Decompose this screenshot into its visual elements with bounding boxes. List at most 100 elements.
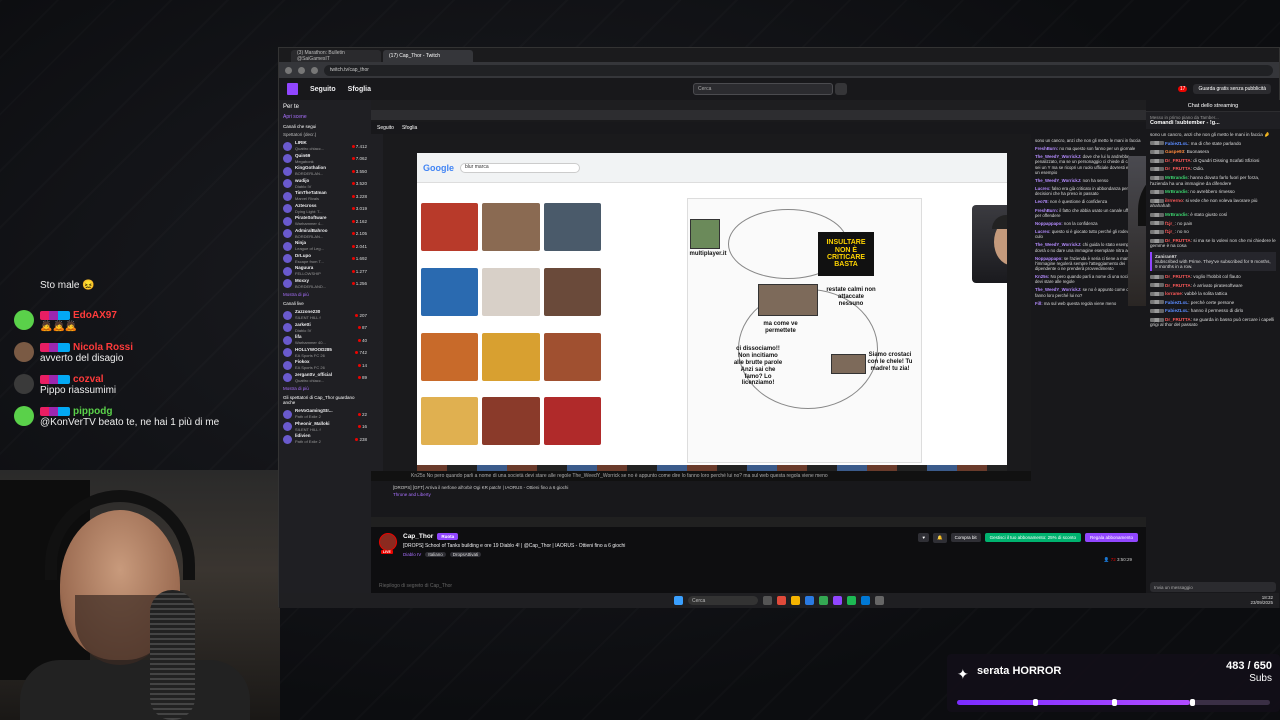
channel-avatar: [283, 422, 292, 432]
tag[interactable]: Italiano: [425, 552, 446, 557]
sidebar-channel[interactable]: LIRIK Quattro chiacc... 7.412: [283, 140, 367, 153]
sidebar-channel[interactable]: Quin69 Megabonk 7.062: [283, 153, 367, 166]
show-more-link[interactable]: Mostra di più: [283, 292, 367, 297]
search-icon[interactable]: [835, 83, 848, 95]
chat-username[interactable]: FabieZLoL: [1165, 300, 1188, 305]
sidebar-channel[interactable]: HOLLYWOOD285 EA Sports FC 26 742: [283, 347, 367, 360]
buy-bits-button[interactable]: Compra bit: [950, 533, 981, 542]
prime-button[interactable]: Guarda gratis senza pubblicità: [1193, 84, 1271, 94]
chat-username[interactable]: Dr_FRUTTA: [1165, 238, 1191, 243]
windows-start-icon[interactable]: [674, 596, 683, 605]
open-scenes-link[interactable]: Apri scene: [283, 114, 367, 120]
back-icon[interactable]: [285, 66, 292, 74]
reload-icon[interactable]: [311, 66, 318, 74]
google-search-box: blur marca: [460, 162, 580, 173]
pinned-message[interactable]: Messo in primo piano da Tamber... Comand…: [1146, 112, 1280, 129]
sidebar-channel[interactable]: DrLupo Escape from T... 1.692: [283, 253, 367, 266]
browser-tab-active[interactable]: (17) Cap_Thor - Twitch: [383, 50, 473, 62]
chat-username[interactable]: Gaspe93: [1165, 149, 1184, 154]
microphone: [150, 590, 195, 720]
sidebar-channel[interactable]: ReVoGamingStr... Path of Exile 2 22: [283, 408, 367, 421]
nav-following[interactable]: Seguito: [310, 86, 336, 93]
follow-button[interactable]: Ruota: [437, 533, 459, 540]
chat-username[interactable]: FabieZLoL: [1165, 141, 1188, 146]
sidebar-channel[interactable]: lifa Warhammer 40... 40: [283, 334, 367, 347]
search-input[interactable]: Cerca: [693, 83, 834, 95]
gift-sub-button[interactable]: Regala abbonamento: [1084, 533, 1138, 542]
inner-chat-message: Kn25s: No pero quando parli a nome di un…: [1035, 274, 1142, 284]
sidebar-channel[interactable]: Fiokox EA Sports FC 26 14: [283, 359, 367, 372]
notification-count[interactable]: 17: [1177, 86, 1188, 92]
sidebar-channel[interactable]: zerganttv_official Quattro chiacc... 89: [283, 372, 367, 385]
sidebar-channel[interactable]: Moxxy BORDERLAND... 1.256: [283, 278, 367, 291]
sidebar-channel[interactable]: Ninja League of Leg... 2.041: [283, 240, 367, 253]
tag[interactable]: DropsAttivati: [449, 552, 482, 557]
viewer-number: 2.105: [355, 231, 367, 237]
badges-icon: [40, 406, 70, 416]
sidebar-channel[interactable]: AdmiralBahroo BORDERLAN... 2.105: [283, 228, 367, 241]
chat-username[interactable]: FabieZLoL: [1165, 308, 1188, 313]
sidebar-channel[interactable]: Naguura FELLOWSHIP 1.277: [283, 265, 367, 278]
nav-browse[interactable]: Sfoglia: [348, 86, 371, 93]
chat-message: FabieZLoL: hanno il permesso di dirlo: [1150, 308, 1276, 314]
heart-icon[interactable]: ♥: [918, 533, 930, 542]
app-icon[interactable]: [805, 596, 814, 605]
chat-header: Chat dello streaming: [1146, 100, 1280, 112]
channel-name[interactable]: Cap_Thor: [403, 533, 433, 540]
app-icon[interactable]: [861, 596, 870, 605]
video-player[interactable]: Seguito Sfoglia Google blur marca multip…: [371, 100, 1146, 527]
sidebar-channel[interactable]: PirateSoftware Warhammer 4... 2.162: [283, 215, 367, 228]
chat-text: è stato giusto così: [1190, 211, 1228, 217]
app-icon[interactable]: [875, 596, 884, 605]
chat-username[interactable]: MrBrandis: [1165, 175, 1188, 180]
chat-username[interactable]: Dr_FRUTTA: [1165, 274, 1191, 279]
chat-username[interactable]: Dr_FRUTTA: [1165, 283, 1191, 288]
sidebar-channel[interactable]: zarketti Diablo IV 87: [283, 322, 367, 335]
overlay-chat-body: Nicola Rossi avverto del disagio: [40, 342, 133, 364]
app-icon[interactable]: [763, 596, 772, 605]
sidebar-channel[interactable]: TimTheTatman Marvel Rivals 3.228: [283, 190, 367, 203]
chat-text: è arrivato piratesoftware: [1193, 282, 1243, 288]
taskbar-search[interactable]: Cerca: [688, 596, 758, 605]
chat-username[interactable]: Dr_FRUTTA: [1165, 317, 1191, 322]
thumbnail: [421, 267, 479, 316]
sidebar-channel[interactable]: Aztecross Dying Light: T... 3.019: [283, 203, 367, 216]
sidebar-channel[interactable]: lidivien Path of Exile 2 238: [283, 433, 367, 446]
show-more-link-2[interactable]: Mostra di più: [283, 386, 367, 391]
chat-username[interactable]: f1jr_: [1165, 229, 1175, 234]
chat-username[interactable]: ilrrrerno: [1165, 198, 1183, 203]
app-icon[interactable]: [791, 596, 800, 605]
sidebar-viewer-count: 1.277: [351, 269, 367, 274]
taskbar-clock[interactable]: 18:32 23/09/2025: [1250, 595, 1273, 606]
chat-username[interactable]: lorrame: [1165, 291, 1182, 296]
sidebar-viewer-count: 14: [357, 363, 367, 368]
sidebar-channel[interactable]: Pheonir_Malloki SILENT HILL f 16: [283, 421, 367, 434]
twitch-logo-icon[interactable]: [287, 83, 298, 95]
app-icon[interactable]: [819, 596, 828, 605]
chat-input[interactable]: Invia un messaggio: [1150, 582, 1276, 592]
followed-sort[interactable]: Spettatori (decr.): [283, 132, 367, 137]
sidebar-channel[interactable]: Zazzone230 SILENT HILL f 207: [283, 309, 367, 322]
chat-username[interactable]: Dr_FRUTTA: [1165, 166, 1191, 171]
category-link[interactable]: Diablo IV: [403, 552, 421, 557]
thumbnail: [421, 203, 479, 251]
sidebar-channel[interactable]: wudijo Diablo IV 3.520: [283, 178, 367, 191]
app-icon[interactable]: [777, 596, 786, 605]
url-field[interactable]: twitch.tv/cap_thor: [324, 64, 1273, 76]
chat-username[interactable]: Dr_FRUTTA: [1165, 158, 1191, 163]
viewer-number: 40: [361, 337, 367, 343]
channel-avatar[interactable]: LIVE: [379, 533, 397, 554]
overlay-chat-text: @KonVerTV beato te, ne hai 1 più di me: [40, 417, 220, 428]
browser-tab[interactable]: (3) Marathon: Bulletin @SaiGamesIT: [291, 50, 381, 62]
app-icon[interactable]: [833, 596, 842, 605]
chat-username[interactable]: MrBrandis: [1165, 212, 1188, 217]
bell-icon[interactable]: 🔔: [933, 533, 947, 543]
chat-username[interactable]: f1jr_: [1165, 221, 1175, 226]
forward-icon[interactable]: [298, 66, 305, 74]
sub-offer-button[interactable]: Gestisci il tuo abbonamento: 25% di scon…: [984, 533, 1081, 542]
sidebar-channel[interactable]: KingGothalion BORDERLAN... 3.550: [283, 165, 367, 178]
badges-icon: [1150, 167, 1164, 172]
app-icon[interactable]: [847, 596, 856, 605]
badges-icon: [40, 374, 70, 384]
chat-username[interactable]: MrBrandis: [1165, 189, 1188, 194]
